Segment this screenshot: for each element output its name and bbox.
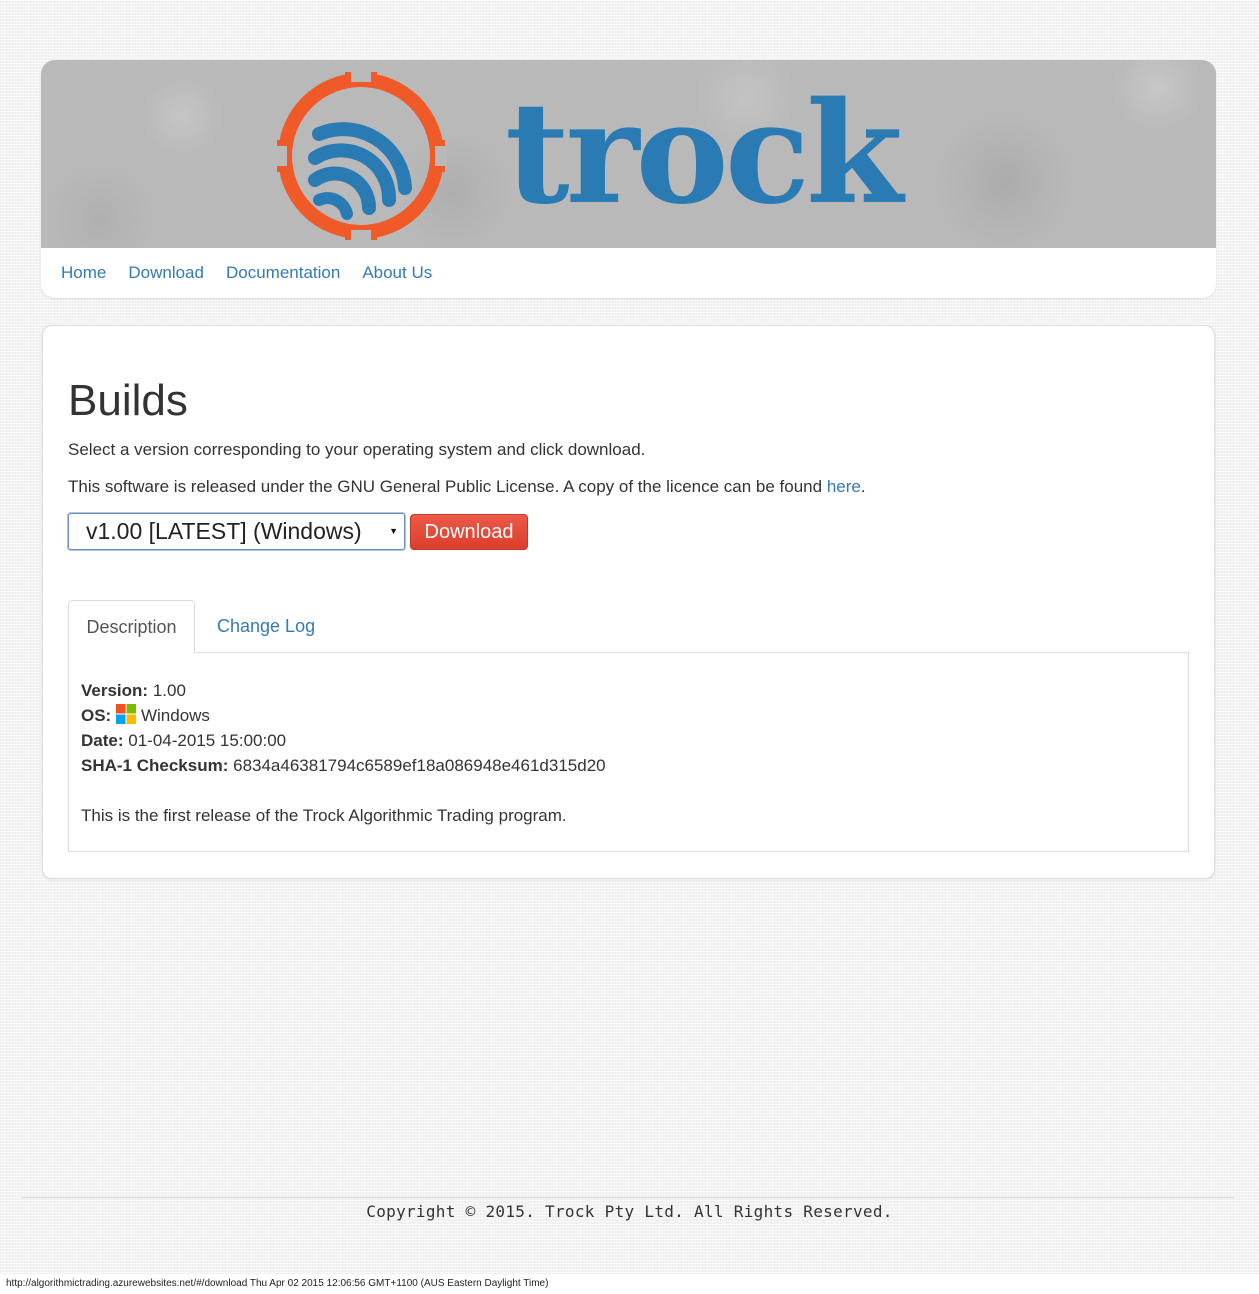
dropdown-arrow-icon: ▼ xyxy=(389,526,398,536)
description-pane: Version: 1.00 OS: Windows Date: 01-04-20… xyxy=(68,652,1189,852)
version-label: Version: xyxy=(81,681,149,700)
nav-documentation[interactable]: Documentation xyxy=(226,263,340,283)
main-nav: Home Download Documentation About Us xyxy=(41,248,1216,298)
page-title: Builds xyxy=(68,376,188,425)
date-value: 01-04-2015 15:00:00 xyxy=(128,731,287,750)
tab-bar: Description Change Log xyxy=(68,600,1189,653)
version-select[interactable]: v1.00 [LATEST] (Windows) ▼ xyxy=(68,513,405,550)
nav-download[interactable]: Download xyxy=(128,263,204,283)
intro-text: Select a version corresponding to your o… xyxy=(68,440,646,459)
os-row: OS: Windows xyxy=(81,703,1176,728)
brand-name: trock xyxy=(505,72,903,236)
site-header: trock Home Download Documentation About … xyxy=(41,60,1216,298)
download-button[interactable]: Download xyxy=(410,514,528,550)
version-value: 1.00 xyxy=(152,681,186,700)
license-text-body: This software is released under the GNU … xyxy=(68,477,827,496)
license-text-end: . xyxy=(860,477,866,496)
license-link[interactable]: here xyxy=(827,477,861,496)
nav-about-us[interactable]: About Us xyxy=(362,263,432,283)
footer-divider xyxy=(22,1197,1234,1198)
version-select-value: v1.00 [LATEST] (Windows) xyxy=(86,518,362,544)
release-note: This is the first release of the Trock A… xyxy=(81,806,567,825)
checksum-row: SHA-1 Checksum: 6834a46381794c6589ef18a0… xyxy=(81,753,1176,778)
nav-home[interactable]: Home xyxy=(61,263,106,283)
windows-icon xyxy=(115,704,136,724)
trock-logo-icon[interactable] xyxy=(275,70,447,242)
date-row: Date: 01-04-2015 15:00:00 xyxy=(81,728,1176,753)
date-label: Date: xyxy=(81,731,124,750)
tab-description[interactable]: Description xyxy=(68,600,195,653)
checksum-label: SHA-1 Checksum: xyxy=(81,756,229,775)
checksum-value: 6834a46381794c6589ef18a086948e461d315d20 xyxy=(233,756,606,775)
status-bar: http://algorithmictrading.azurewebsites.… xyxy=(0,1274,1259,1294)
tab-change-log[interactable]: Change Log xyxy=(217,600,315,652)
os-value: Windows xyxy=(140,706,210,725)
builds-panel: Builds Select a version corresponding to… xyxy=(42,325,1215,879)
os-label: OS: xyxy=(81,706,112,725)
header-banner: trock xyxy=(41,60,1216,248)
footer-copyright: Copyright © 2015. Trock Pty Ltd. All Rig… xyxy=(366,1202,893,1221)
license-text: This software is released under the GNU … xyxy=(68,477,866,497)
version-row: Version: 1.00 xyxy=(81,678,1176,703)
